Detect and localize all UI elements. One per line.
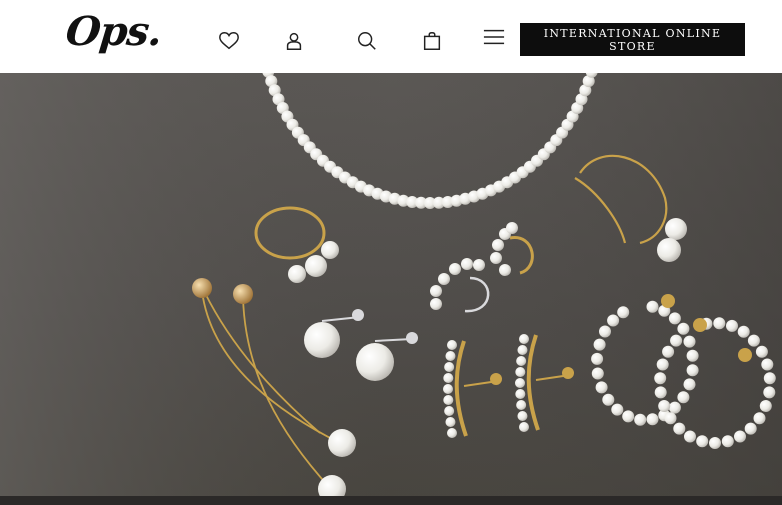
bag-icon[interactable] [419, 28, 445, 54]
hero-jewelry-image [0, 73, 782, 496]
logo[interactable]: Ops. [64, 8, 164, 55]
search-icon[interactable] [354, 28, 380, 54]
user-icon[interactable] [281, 28, 307, 54]
heart-icon[interactable] [216, 28, 242, 54]
bottom-strip [0, 496, 782, 505]
site-header: Ops. INTERNATIONAL ONLINE STORE [0, 0, 782, 73]
jewelry-illustration [0, 73, 782, 496]
menu-icon[interactable] [481, 24, 507, 50]
international-store-button[interactable]: INTERNATIONAL ONLINE STORE [520, 23, 745, 56]
